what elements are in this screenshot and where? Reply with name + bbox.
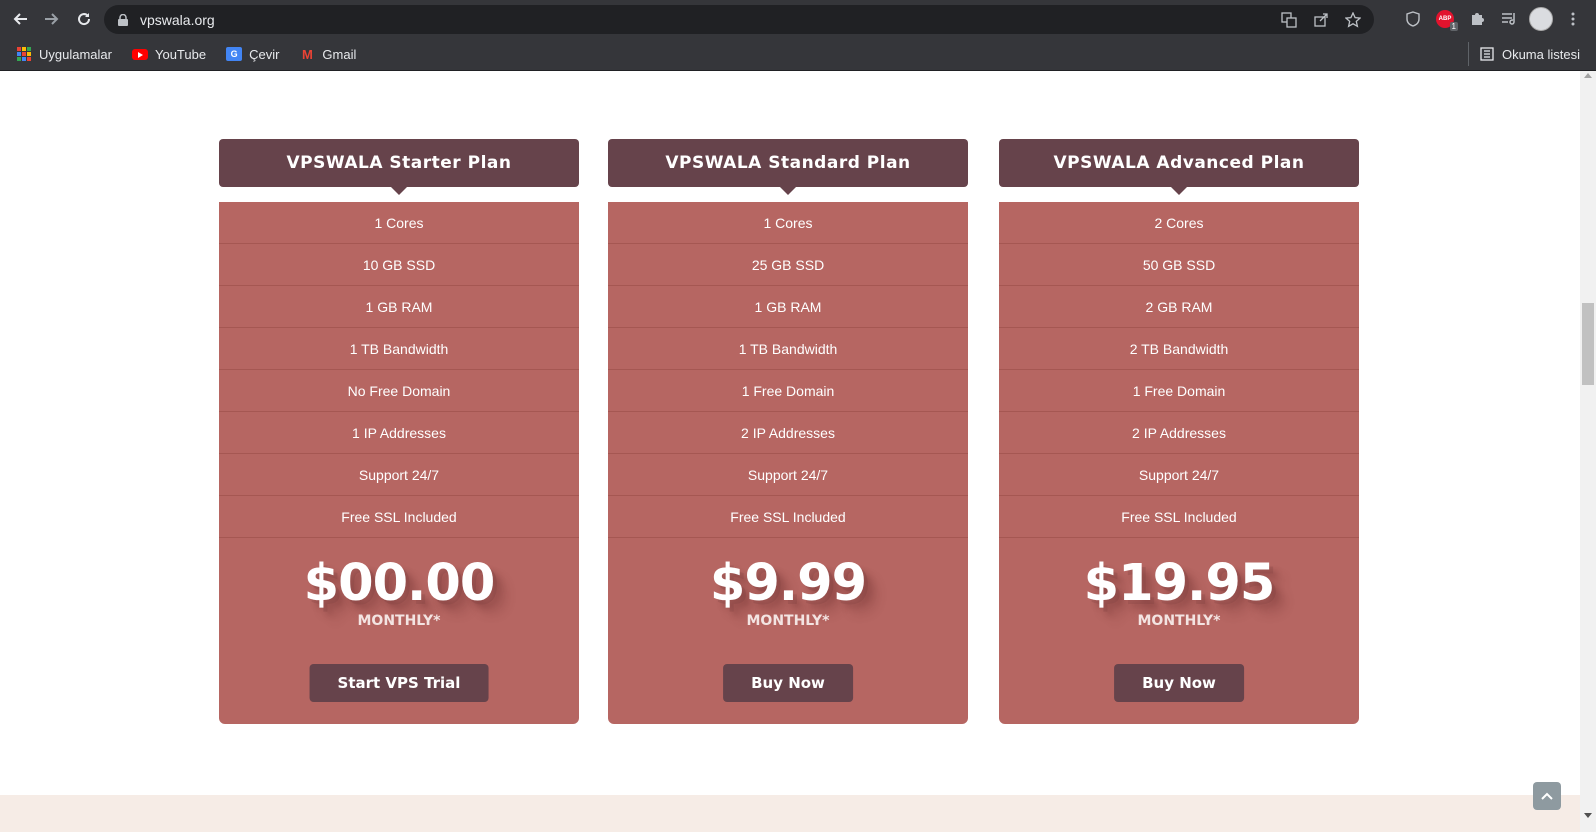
translate-page-icon[interactable] — [1278, 9, 1300, 31]
plan-price: $00.00 — [303, 554, 496, 613]
extensions-puzzle-icon[interactable] — [1464, 6, 1490, 32]
plan-feature: 25 GB SSD — [608, 244, 968, 286]
scroll-down-arrow-icon[interactable] — [1584, 813, 1592, 818]
plan-body: 2 Cores 50 GB SSD 2 GB RAM 2 TB Bandwidt… — [999, 202, 1359, 724]
plan-feature: 10 GB SSD — [219, 244, 579, 286]
reading-list-label: Okuma listesi — [1501, 46, 1580, 62]
plan-title: VPSWALA Starter Plan — [219, 139, 579, 195]
plan-feature: 2 Cores — [999, 202, 1359, 244]
footer-band — [0, 795, 1580, 832]
youtube-icon — [131, 46, 148, 62]
plan-period: MONTHLY* — [357, 613, 441, 629]
browser-toolbar: vpswala.org ABP 1 — [0, 0, 1596, 38]
scroll-up-arrow-icon[interactable] — [1584, 73, 1592, 78]
back-button[interactable] — [4, 3, 36, 35]
plan-body: 1 Cores 10 GB SSD 1 GB RAM 1 TB Bandwidt… — [219, 202, 579, 724]
plan-feature: 2 IP Addresses — [608, 412, 968, 454]
plan-feature: 1 Cores — [219, 202, 579, 244]
plan-feature: 2 TB Bandwidth — [999, 328, 1359, 370]
plan-feature: 2 IP Addresses — [999, 412, 1359, 454]
plan-feature: 1 Free Domain — [608, 370, 968, 412]
plan-price: $19.95 — [1083, 554, 1276, 613]
plan-title: VPSWALA Advanced Plan — [999, 139, 1359, 195]
bookmark-label: Uygulamalar — [39, 46, 112, 62]
plan-feature: 1 Free Domain — [999, 370, 1359, 412]
plan-feature: 50 GB SSD — [999, 244, 1359, 286]
back-arrow-icon — [13, 13, 27, 25]
bookmark-youtube[interactable]: YouTube — [128, 42, 210, 66]
media-control-icon[interactable] — [1496, 6, 1522, 32]
translate-icon: G — [226, 46, 243, 62]
plan-period: MONTHLY* — [1137, 613, 1221, 629]
plan-feature: Support 24/7 — [999, 454, 1359, 496]
address-bar[interactable]: vpswala.org — [104, 5, 1374, 34]
plan-body: 1 Cores 25 GB SSD 1 GB RAM 1 TB Bandwidt… — [608, 202, 968, 724]
buy-now-button[interactable]: Buy Now — [723, 664, 853, 702]
chevron-up-icon — [1541, 792, 1553, 800]
plan-feature: Free SSL Included — [608, 496, 968, 538]
shield-extension-icon[interactable] — [1400, 6, 1426, 32]
plan-price: $9.99 — [709, 554, 867, 613]
plan-title: VPSWALA Standard Plan — [608, 139, 968, 195]
plan-feature: 1 Cores — [608, 202, 968, 244]
menu-kebab-icon[interactable] — [1560, 6, 1586, 32]
lock-icon — [116, 12, 130, 28]
bookmark-label: Çevir — [249, 46, 280, 62]
bookmark-label: YouTube — [154, 46, 207, 62]
reading-list-button[interactable]: Okuma listesi — [1467, 42, 1584, 66]
back-to-top-button[interactable] — [1533, 782, 1561, 810]
bookmark-translate[interactable]: G Çevir — [222, 42, 283, 66]
forward-arrow-icon — [45, 13, 59, 25]
vertical-scrollbar[interactable] — [1580, 71, 1596, 832]
url-text[interactable]: vpswala.org — [140, 12, 215, 28]
plan-feature: 1 TB Bandwidth — [219, 328, 579, 370]
bookmark-apps[interactable]: Uygulamalar — [12, 42, 116, 66]
page-viewport: VPSWALA Starter Plan 1 Cores 10 GB SSD 1… — [0, 71, 1580, 832]
profile-avatar-icon[interactable] — [1528, 6, 1554, 32]
plan-card-starter: VPSWALA Starter Plan 1 Cores 10 GB SSD 1… — [219, 139, 579, 724]
plan-feature: No Free Domain — [219, 370, 579, 412]
reading-list-icon — [1479, 46, 1495, 62]
apps-grid-icon — [16, 46, 32, 62]
plan-card-advanced: VPSWALA Advanced Plan 2 Cores 50 GB SSD … — [999, 139, 1359, 724]
plan-feature: 1 TB Bandwidth — [608, 328, 968, 370]
adblock-extension-icon[interactable]: ABP 1 — [1432, 6, 1458, 32]
plan-feature: 1 IP Addresses — [219, 412, 579, 454]
buy-now-button[interactable]: Buy Now — [1114, 664, 1244, 702]
adblock-count-badge: 1 — [1449, 22, 1458, 31]
bookmark-gmail[interactable]: M Gmail — [295, 42, 360, 66]
plan-feature: 2 GB RAM — [999, 286, 1359, 328]
reload-icon — [78, 13, 91, 26]
bookmark-label: Gmail — [322, 46, 357, 62]
plan-feature: Support 24/7 — [608, 454, 968, 496]
bookmarks-bar: Uygulamalar YouTube G Çevir M Gmail Okum… — [0, 38, 1596, 71]
plan-card-standard: VPSWALA Standard Plan 1 Cores 25 GB SSD … — [608, 139, 968, 724]
plan-feature: 1 GB RAM — [219, 286, 579, 328]
plan-feature: Support 24/7 — [219, 454, 579, 496]
forward-button[interactable] — [36, 3, 68, 35]
start-vps-trial-button[interactable]: Start VPS Trial — [309, 664, 489, 702]
gmail-icon: M — [302, 46, 313, 62]
reload-button[interactable] — [68, 3, 100, 35]
plan-period: MONTHLY* — [746, 613, 830, 629]
scrollbar-thumb[interactable] — [1582, 303, 1594, 385]
plan-feature: 1 GB RAM — [608, 286, 968, 328]
share-icon[interactable] — [1310, 9, 1332, 31]
plan-feature: Free SSL Included — [999, 496, 1359, 538]
plan-feature: Free SSL Included — [219, 496, 579, 538]
bookmark-star-icon[interactable] — [1342, 9, 1364, 31]
